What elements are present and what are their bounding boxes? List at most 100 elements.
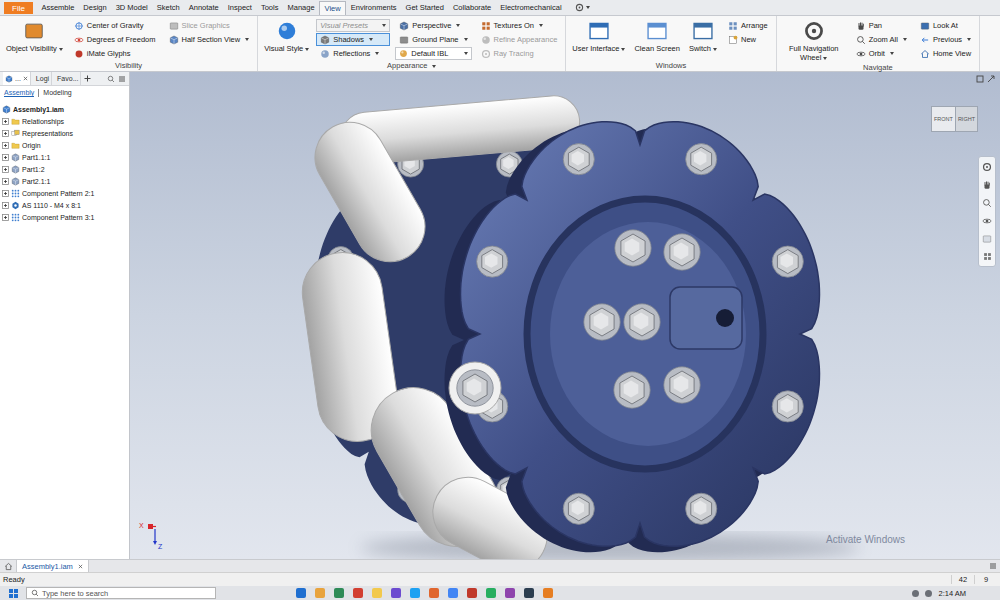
app-icon[interactable] [410,588,420,598]
navigation-bar[interactable] [978,156,996,267]
tree-item[interactable]: AS 1110 - M4 x 8:1 [2,199,127,211]
app-icon[interactable] [296,588,306,598]
app-icon[interactable] [448,588,458,598]
app-icon[interactable] [315,588,325,598]
browser-tab[interactable]: Favo... [55,72,81,85]
app-icon[interactable] [524,588,534,598]
view-cube-face[interactable]: FRONT [931,106,956,132]
ribbon-large-button[interactable]: Visual Style [262,19,311,54]
ribbon-button[interactable]: Ray Tracing [477,47,562,60]
app-icon[interactable] [391,588,401,598]
ribbon-tab[interactable]: Collaborate [448,0,495,15]
browser-tab[interactable]: Logi [34,72,52,85]
expander-icon[interactable] [2,190,9,197]
ribbon-button[interactable]: iMate Glyphs [70,47,160,60]
ribbon-tab[interactable]: Get Started [401,0,448,15]
menu-icon[interactable] [118,75,126,83]
ribbon-tab[interactable]: View [319,1,346,15]
ribbon-button[interactable]: Textures On [477,19,562,32]
ribbon-tab[interactable]: Electromechanical [496,0,566,15]
ribbon-options[interactable] [572,0,593,15]
ribbon-button[interactable]: Orbit [852,47,911,60]
ribbon-button[interactable]: Refine Appearance [477,33,562,46]
ribbon-tab[interactable]: Tools [256,0,283,15]
ribbon-tab[interactable]: Environments [346,0,401,15]
ribbon-button[interactable]: Degrees of Freedom [70,33,160,46]
start-button[interactable] [0,589,26,598]
ribbon-button[interactable]: Ground Plane [395,33,471,46]
ribbon-button[interactable]: Zoom All [852,33,911,46]
ribbon-button[interactable]: Half Section View [165,33,254,46]
ribbon-large-button[interactable]: Clean Screen [632,19,681,54]
tree-root[interactable]: Assembly1.iam [2,103,127,115]
ribbon-button[interactable]: Slice Graphics [165,19,254,32]
file-tab[interactable]: File [4,2,33,14]
ribbon-tab[interactable]: Assemble [37,0,79,15]
maximize-icon[interactable] [987,75,995,83]
ribbon-tab[interactable]: Sketch [152,0,184,15]
ribbon-large-button[interactable]: User Interface [570,19,627,54]
document-tab[interactable]: Assembly1.iam [17,560,89,572]
app-icon[interactable] [334,588,344,598]
ribbon-button[interactable]: Reflections [316,47,390,60]
ribbon-button[interactable]: New [724,33,772,46]
expander-icon[interactable] [2,166,9,173]
mode-tab[interactable]: Modeling [43,89,71,97]
app-icon[interactable] [353,588,363,598]
expander-icon[interactable] [2,178,9,185]
view-cube-face[interactable]: RIGHT [956,106,978,132]
app-icon[interactable] [486,588,496,598]
ribbon-tab[interactable]: Inspect [223,0,256,15]
add-tab-icon[interactable] [84,75,91,82]
ribbon-button[interactable]: Center of Gravity [70,19,160,32]
tree-item[interactable]: Origin [2,139,127,151]
tree-item[interactable]: Part1:2 [2,163,127,175]
tray-icon[interactable] [925,590,932,597]
app-icon[interactable] [543,588,553,598]
tree-item[interactable]: Part1.1:1 [2,151,127,163]
ribbon-select[interactable]: Visual Presets [316,19,390,32]
ribbon-button[interactable]: Look At [916,19,975,32]
clock[interactable]: 2:14 AM [938,589,966,598]
ribbon-button[interactable]: Shadows [316,33,390,46]
view-cube[interactable]: FRONTRIGHT [931,106,978,132]
expander-icon[interactable] [2,214,9,221]
expander-icon[interactable] [2,154,9,161]
close-icon[interactable] [23,76,28,81]
expander-icon[interactable] [2,142,9,149]
tree-item[interactable]: Component Pattern 3:1 [2,211,127,223]
document-menu[interactable] [986,560,1000,572]
ribbon-button[interactable]: Previous [916,33,975,46]
ribbon-tab[interactable]: 3D Model [111,0,152,15]
ribbon-large-button[interactable]: Switch [687,19,719,54]
expander-icon[interactable] [2,202,9,209]
wheel-model[interactable] [130,72,1000,559]
close-icon[interactable] [78,564,83,569]
expander-icon[interactable] [2,118,9,125]
graphics-viewport[interactable]: FRONTRIGHTXZActivate Windows [130,72,1000,559]
app-icon[interactable] [505,588,515,598]
ribbon-tab[interactable]: Annotate [184,0,223,15]
restore-icon[interactable] [976,75,984,83]
tree-item[interactable]: Component Pattern 2:1 [2,187,127,199]
ribbon-tab[interactable]: Manage [283,0,319,15]
menu-icon[interactable] [989,562,997,570]
tree-item[interactable]: Part2.1:1 [2,175,127,187]
tree-item[interactable]: Relationships [2,115,127,127]
app-icon[interactable] [372,588,382,598]
window-controls[interactable] [976,75,995,83]
ribbon-button[interactable]: Home View [916,47,975,60]
tray-icon[interactable] [912,590,919,597]
expander-icon[interactable] [2,130,9,137]
panel-title[interactable]: Appearance [262,61,561,71]
ribbon-select[interactable]: Default IBL [395,47,471,60]
app-icon[interactable] [429,588,439,598]
ribbon-button[interactable]: Pan [852,19,911,32]
home-button[interactable] [0,560,17,572]
taskbar-search[interactable]: Type here to search [26,587,216,599]
ribbon-button[interactable]: Perspective [395,19,471,32]
ribbon-button[interactable]: Arrange [724,19,772,32]
ribbon-tab[interactable]: Design [79,0,111,15]
browser-tab[interactable]: ... [3,72,31,85]
ribbon-large-button[interactable]: Full Navigation Wheel [781,19,847,63]
